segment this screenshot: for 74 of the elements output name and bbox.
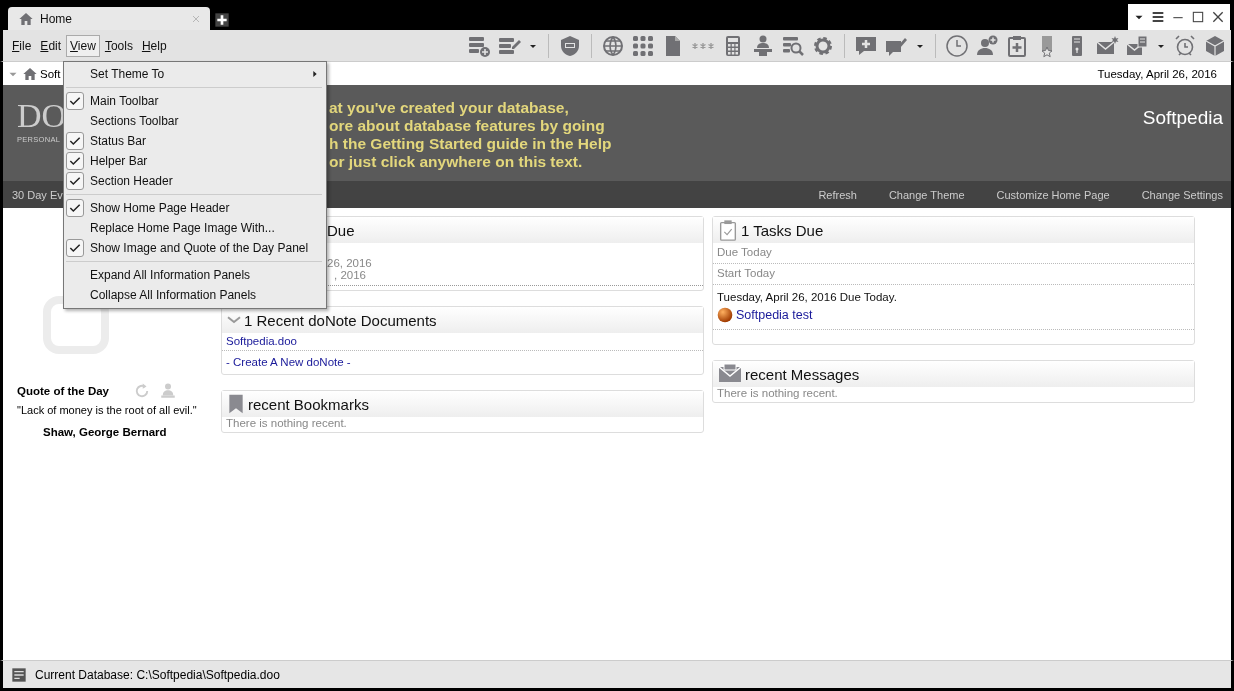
- menu-item[interactable]: Show Image and Quote of the Day Panel: [64, 238, 326, 258]
- bookmark-icon: [226, 392, 246, 416]
- task-ball-icon: [717, 307, 733, 323]
- shield-icon[interactable]: [558, 33, 582, 58]
- mail-document-icon[interactable]: [1125, 33, 1149, 58]
- status-text: Current Database: C:\Softpedia\Softpedia.doo: [35, 667, 280, 682]
- checkbox[interactable]: [66, 132, 84, 150]
- document-link[interactable]: Softpedia.doo: [226, 335, 297, 347]
- menu-item[interactable]: Collapse All Information Panels: [64, 285, 326, 305]
- panel-title[interactable]: recent Messages: [745, 365, 860, 383]
- menu-item[interactable]: Tools: [100, 34, 137, 57]
- tab[interactable]: Home: [8, 7, 210, 30]
- due-date-text: Tuesday, April 26, 2016 Due Today.: [717, 291, 897, 303]
- quote-text: "Lack of money is the root of all evil.": [17, 404, 198, 416]
- section-label: Start Today: [717, 267, 775, 279]
- menu-item[interactable]: Sections Toolbar: [64, 111, 326, 131]
- menu-item[interactable]: File: [8, 34, 36, 57]
- clipboard-plus-icon[interactable]: [1005, 33, 1029, 58]
- panel-title[interactable]: 1 Tasks Due: [741, 221, 824, 239]
- trial-notice: 30 Day Ev: [12, 188, 63, 201]
- alarm-clock-icon[interactable]: [1173, 33, 1197, 58]
- panel-title[interactable]: Due: [327, 221, 355, 239]
- user-name: Softpedia: [1142, 106, 1224, 130]
- quote-author: Shaw, George Bernard: [43, 426, 168, 438]
- new-tab-button[interactable]: [214, 12, 230, 28]
- menu-item[interactable]: Section Header: [64, 171, 326, 191]
- nav-link[interactable]: Customize Home Page: [996, 188, 1110, 201]
- grid-icon[interactable]: [631, 33, 655, 58]
- nav-link[interactable]: Change Settings: [1141, 188, 1223, 201]
- empty-message: There is nothing recent.: [226, 417, 347, 429]
- menu-item[interactable]: Edit: [36, 34, 66, 57]
- breadcrumb[interactable]: Soft: [40, 67, 61, 80]
- person-plus-icon[interactable]: [975, 33, 999, 58]
- home-icon: [18, 10, 34, 27]
- nav-link[interactable]: Change Theme: [888, 188, 965, 201]
- panel-title[interactable]: recent Bookmarks: [248, 395, 369, 413]
- menu-item[interactable]: Main Toolbar: [64, 91, 326, 111]
- quote-title: Quote of the Day: [17, 385, 109, 397]
- menu-item[interactable]: Help: [137, 34, 171, 57]
- menu-item[interactable]: View: [66, 34, 100, 57]
- welcome-message-line[interactable]: or just click anywhere on this text.: [329, 153, 1143, 171]
- create-link[interactable]: - Create A New doNote -: [226, 356, 351, 368]
- cube-icon[interactable]: [1203, 33, 1227, 58]
- menu-item[interactable]: Helper Bar: [64, 151, 326, 171]
- event-date: , 2016: [333, 269, 367, 281]
- globe-icon[interactable]: [601, 33, 625, 58]
- nav-link[interactable]: Refresh: [818, 188, 857, 201]
- date-text: Tuesday, April 26, 2016: [1097, 67, 1217, 80]
- checkbox[interactable]: [66, 239, 84, 257]
- clock-icon[interactable]: [945, 33, 969, 58]
- event-date: 26, 2016: [327, 257, 373, 269]
- checkbox[interactable]: [66, 152, 84, 170]
- section-label: Due Today: [717, 246, 772, 258]
- welcome-message-line[interactable]: h the Getting Started guide in the Help: [329, 135, 1143, 153]
- task-link[interactable]: Softpedia test: [736, 308, 813, 322]
- database-icon: [11, 666, 27, 683]
- checkbox[interactable]: [66, 199, 84, 217]
- menu-item[interactable]: Set Theme To: [64, 64, 326, 84]
- close-icon[interactable]: [1210, 9, 1226, 25]
- home-icon[interactable]: [22, 65, 38, 82]
- empty-message: There is nothing recent.: [717, 387, 838, 399]
- maximize-icon[interactable]: [1190, 9, 1206, 25]
- clipboard-icon: [717, 217, 739, 243]
- checkbox[interactable]: [66, 92, 84, 110]
- menu-item[interactable]: Status Bar: [64, 131, 326, 151]
- checkbox[interactable]: [66, 172, 84, 190]
- menu-item[interactable]: Expand All Information Panels: [64, 265, 326, 285]
- menu-icon[interactable]: [1150, 9, 1166, 25]
- logo-text: DO: [17, 99, 67, 133]
- menu-item[interactable]: Show Home Page Header: [64, 198, 326, 218]
- person-desk-icon[interactable]: [751, 33, 775, 58]
- welcome-message-line[interactable]: ore about database features by going: [329, 117, 1143, 135]
- welcome-message-line[interactable]: at you've created your database,: [329, 99, 1143, 117]
- menu-item[interactable]: Replace Home Page Image With...: [64, 218, 326, 238]
